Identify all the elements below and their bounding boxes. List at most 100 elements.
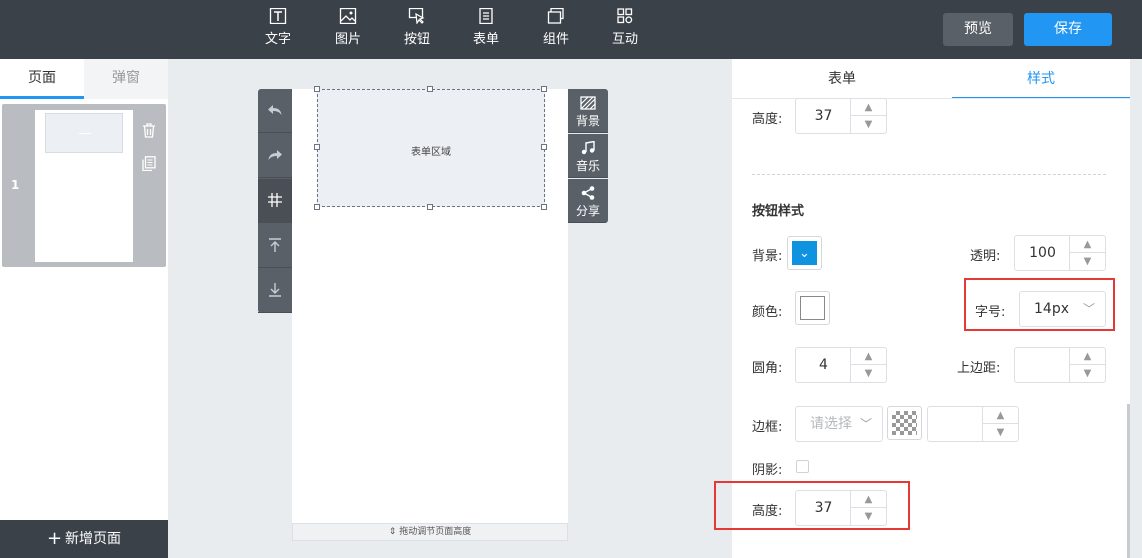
- background-color-label: 背景:: [752, 249, 783, 264]
- chevron-down-icon: ﹀: [859, 417, 872, 431]
- save-button[interactable]: 保存: [1024, 13, 1112, 46]
- share-icon: [581, 186, 595, 200]
- text-icon: [269, 8, 287, 24]
- resize-hint: 拖动调节页面高度: [399, 527, 472, 537]
- page-list-panel: 页面 弹窗 1 + 新增页面: [0, 59, 168, 558]
- tool-button[interactable]: 按钮: [392, 8, 442, 47]
- arrow-down-to-line-icon: [269, 283, 281, 297]
- tab-pages[interactable]: 页面: [0, 59, 84, 99]
- undo-button[interactable]: [258, 89, 292, 133]
- tool-form-label: 表单: [472, 32, 499, 47]
- share-label: 分享: [575, 204, 600, 218]
- shadow-checkbox[interactable]: [796, 460, 809, 473]
- color-swatch: [800, 296, 825, 320]
- increment-icon[interactable]: ▲: [850, 348, 886, 365]
- grid-icon: [268, 193, 282, 207]
- decrement-icon[interactable]: ▼: [1069, 253, 1105, 270]
- decrement-icon[interactable]: ▼: [850, 116, 886, 133]
- background-color-picker[interactable]: ⌄: [787, 236, 822, 270]
- image-icon: [339, 8, 357, 24]
- opacity-value[interactable]: 100: [1015, 236, 1070, 270]
- decrement-icon[interactable]: ▼: [1069, 365, 1105, 382]
- thumbnail-form-area: [45, 113, 123, 153]
- text-color-label: 颜色:: [752, 305, 783, 320]
- page-thumbnail[interactable]: [35, 110, 133, 262]
- tool-text[interactable]: 文字: [253, 8, 303, 47]
- page-height-resize-bar[interactable]: ⇕ 拖动调节页面高度: [292, 523, 568, 541]
- music-icon: [581, 141, 595, 155]
- background-label: 背景: [575, 114, 600, 128]
- margin-top-stepper[interactable]: ▲ ▼: [1014, 347, 1106, 383]
- text-color-picker[interactable]: [795, 291, 830, 325]
- highlight-height: [714, 481, 910, 530]
- border-width-value[interactable]: [928, 407, 983, 441]
- undo-icon: [268, 105, 282, 115]
- border-style-select[interactable]: 请选择 ﹀: [795, 406, 883, 442]
- border-width-stepper[interactable]: ▲ ▼: [927, 406, 1019, 442]
- tab-style[interactable]: 样式: [952, 59, 1130, 99]
- tab-form[interactable]: 表单: [732, 59, 952, 99]
- radius-value[interactable]: 4: [796, 348, 851, 382]
- resize-handle[interactable]: [314, 204, 320, 210]
- section-divider: [752, 174, 1106, 175]
- resize-handle[interactable]: [427, 86, 433, 92]
- redo-button[interactable]: [258, 134, 292, 178]
- music-button[interactable]: 音乐: [568, 134, 608, 178]
- tool-image-label: 图片: [334, 32, 361, 47]
- resize-handle[interactable]: [314, 86, 320, 92]
- radius-stepper[interactable]: 4 ▲ ▼: [795, 347, 887, 383]
- move-to-top-button[interactable]: [258, 224, 292, 268]
- add-page-label: 新增页面: [65, 531, 122, 547]
- transparent-pattern-icon: [892, 411, 917, 435]
- form-icon: [479, 8, 493, 24]
- copy-icon[interactable]: [142, 156, 156, 175]
- increment-icon[interactable]: ▲: [1069, 348, 1105, 365]
- shadow-label: 阴影:: [752, 463, 783, 478]
- arrow-up-to-line-icon: [269, 238, 281, 252]
- tab-popups[interactable]: 弹窗: [84, 59, 168, 99]
- form-area[interactable]: 表单区域: [317, 89, 545, 207]
- move-to-bottom-button[interactable]: [258, 269, 292, 313]
- increment-icon[interactable]: ▲: [850, 99, 886, 116]
- decrement-icon[interactable]: ▼: [850, 365, 886, 382]
- tool-interaction[interactable]: 互动: [600, 8, 650, 47]
- preview-button[interactable]: 预览: [943, 13, 1013, 46]
- margin-top-value[interactable]: [1015, 348, 1070, 382]
- highlight-font-size: [964, 278, 1115, 331]
- share-button[interactable]: 分享: [568, 179, 608, 223]
- opacity-label: 透明:: [970, 249, 1001, 264]
- tool-form[interactable]: 表单: [461, 8, 511, 47]
- button-icon: [408, 8, 425, 24]
- top-height-stepper[interactable]: 37 ▲ ▼: [795, 98, 887, 134]
- component-icon: [547, 8, 564, 24]
- add-page-button[interactable]: + 新增页面: [0, 520, 168, 558]
- grid-toggle-button[interactable]: [258, 179, 292, 223]
- margin-top-label: 上边距:: [957, 361, 1001, 376]
- resize-handle[interactable]: [427, 204, 433, 210]
- resize-handle[interactable]: [541, 204, 547, 210]
- resize-handle[interactable]: [314, 144, 320, 150]
- interaction-icon: [617, 8, 633, 24]
- tool-button-label: 按钮: [403, 32, 430, 47]
- resize-handle[interactable]: [541, 144, 547, 150]
- radius-label: 圆角:: [752, 361, 783, 376]
- increment-icon[interactable]: ▲: [1069, 236, 1105, 253]
- top-toolbar: 文字 图片 按钮 表单 组件 互动 预览 保存: [0, 0, 1142, 59]
- border-color-picker[interactable]: [887, 406, 922, 440]
- canvas-toolbar: [258, 89, 292, 313]
- background-button[interactable]: 背景: [568, 89, 608, 133]
- opacity-stepper[interactable]: 100 ▲ ▼: [1014, 235, 1106, 271]
- resize-handle[interactable]: [541, 86, 547, 92]
- tool-image[interactable]: 图片: [323, 8, 373, 47]
- tool-interaction-label: 互动: [611, 32, 638, 47]
- top-height-value[interactable]: 37: [796, 99, 851, 133]
- form-area-label: 表单区域: [411, 147, 451, 158]
- decrement-icon[interactable]: ▼: [982, 424, 1018, 441]
- trash-icon[interactable]: [142, 123, 156, 142]
- page-thumbnail-item[interactable]: 1: [2, 104, 166, 267]
- increment-icon[interactable]: ▲: [982, 407, 1018, 424]
- panel-scrollbar[interactable]: [1127, 404, 1130, 558]
- border-style-placeholder: 请选择: [810, 416, 852, 432]
- tool-component[interactable]: 组件: [531, 8, 581, 47]
- plus-icon: +: [46, 528, 63, 549]
